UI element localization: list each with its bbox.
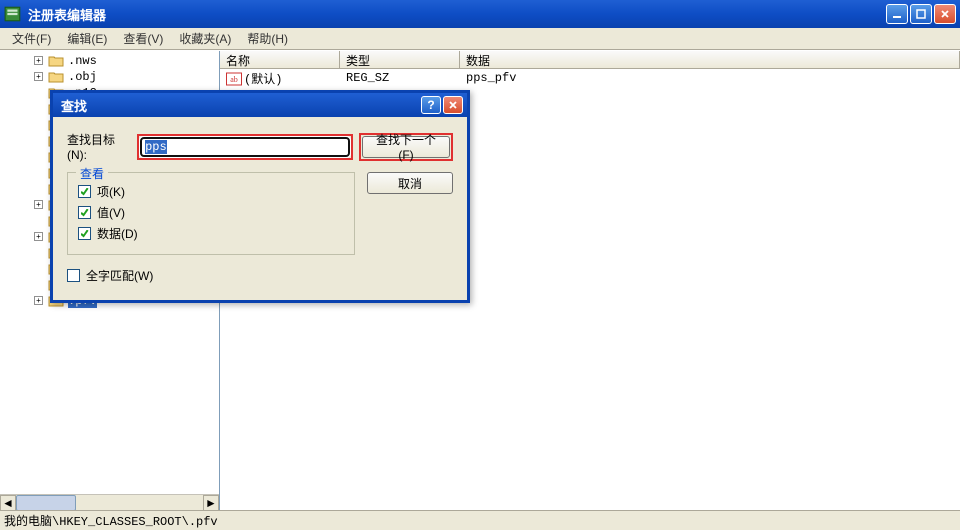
col-type[interactable]: 类型 [340,51,460,68]
col-name[interactable]: 名称 [220,51,340,68]
cell-data: pps_pfv [460,71,960,85]
find-input-highlight [137,134,353,160]
list-header: 名称 类型 数据 [220,51,960,69]
app-icon [4,5,22,23]
chk-keys[interactable] [78,185,91,198]
folder-icon [48,70,64,84]
tree-node[interactable]: + .obj [0,69,219,85]
col-data[interactable]: 数据 [460,51,960,68]
statusbar: 我的电脑\HKEY_CLASSES_ROOT\.pfv [0,510,960,530]
tree-node[interactable]: + .nws [0,53,219,69]
chk-keys-label: 项(K) [97,183,125,200]
minimize-button[interactable] [886,4,908,24]
find-body: 查找目标(N): 查找下一个(F) 查看 项(K) 值 [53,117,467,300]
list-body: ab (默认) REG_SZpps_pfv [220,69,960,87]
cancel-button[interactable]: 取消 [367,172,453,194]
find-dialog[interactable]: 查找 ? 查找目标(N): 查找下一个(F) 查看 项(K) [50,90,470,303]
svg-text:ab: ab [230,75,238,84]
menu-edit[interactable]: 编辑(E) [59,28,115,49]
maximize-button[interactable] [910,4,932,24]
find-next-button[interactable]: 查找下一个(F) [362,136,450,158]
main-window: 注册表编辑器 文件(F) 编辑(E) 查看(V) 收藏夹(A) 帮助(H) +.… [0,0,960,530]
string-icon: ab [226,72,242,86]
chk-data-row[interactable]: 数据(D) [78,225,344,242]
look-at-group: 查看 项(K) 值(V) 数据(D) [67,172,355,255]
find-target-input[interactable] [140,137,350,157]
scroll-right-button[interactable]: ► [203,495,219,511]
chk-match-whole-label: 全字匹配(W) [86,267,153,284]
scroll-thumb[interactable] [16,495,76,511]
find-target-row: 查找目标(N): 查找下一个(F) [67,131,453,162]
find-title: 查找 [57,96,419,115]
close-button[interactable] [934,4,956,24]
find-target-label: 查找目标(N): [67,131,131,162]
find-right-buttons: 取消 [367,172,453,194]
menubar: 文件(F) 编辑(E) 查看(V) 收藏夹(A) 帮助(H) [0,28,960,50]
tree-label: .nws [68,54,97,68]
tree-label: .obj [68,70,97,84]
chk-data[interactable] [78,227,91,240]
menu-view[interactable]: 查看(V) [115,28,171,49]
scroll-left-button[interactable]: ◄ [0,495,16,511]
cell-type: REG_SZ [340,71,460,85]
find-close-button[interactable] [443,96,463,114]
expand-icon[interactable]: + [34,232,43,241]
chk-values-row[interactable]: 值(V) [78,204,344,221]
find-next-highlight: 查找下一个(F) [359,133,453,161]
titlebar[interactable]: 注册表编辑器 [0,0,960,28]
expand-icon[interactable]: + [34,200,43,209]
chk-keys-row[interactable]: 项(K) [78,183,344,200]
cell-name: (默认) [244,73,282,87]
find-titlebar[interactable]: 查找 ? [53,93,467,117]
chk-values[interactable] [78,206,91,219]
find-options-row: 查看 项(K) 值(V) 数据(D) 取消 [67,172,453,255]
chk-values-label: 值(V) [97,204,125,221]
scroll-track[interactable] [16,495,203,511]
match-whole-row[interactable]: 全字匹配(W) [67,267,453,284]
tree-hscroll[interactable]: ◄ ► [0,494,219,510]
status-path: 我的电脑\HKEY_CLASSES_ROOT\.pfv [4,512,218,529]
chk-data-label: 数据(D) [97,225,138,242]
window-title: 注册表编辑器 [28,5,886,24]
look-at-title: 查看 [76,165,108,182]
chk-match-whole[interactable] [67,269,80,282]
folder-icon [48,54,64,68]
expand-icon[interactable]: + [34,296,43,305]
list-row[interactable]: ab (默认) REG_SZpps_pfv [220,69,960,87]
menu-help[interactable]: 帮助(H) [239,28,296,49]
expand-icon[interactable]: + [34,56,43,65]
menu-file[interactable]: 文件(F) [4,28,59,49]
find-help-button[interactable]: ? [421,96,441,114]
window-controls [886,4,956,24]
expand-icon[interactable]: + [34,72,43,81]
menu-favorites[interactable]: 收藏夹(A) [171,28,239,49]
